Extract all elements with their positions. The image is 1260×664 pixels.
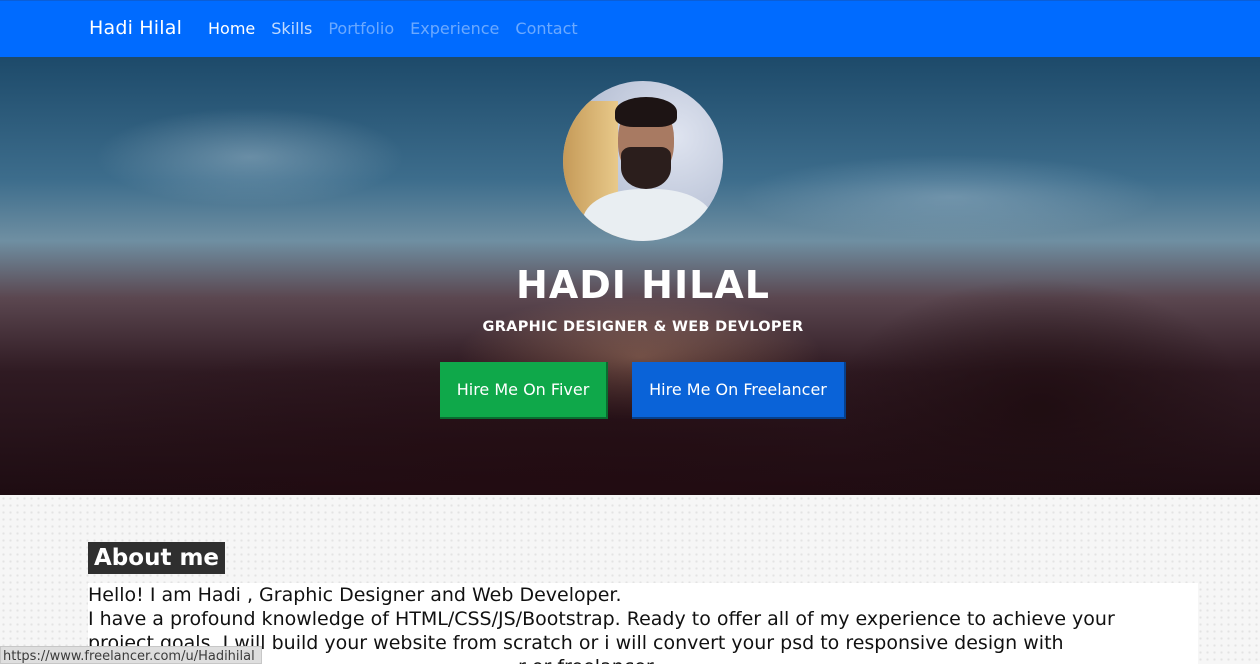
hero-section: HADI HILAL GRAPHIC DESIGNER & WEB DEVLOP… <box>0 57 1260 495</box>
avatar-beard <box>621 147 671 189</box>
avatar-hair <box>615 97 677 127</box>
nav-links: Home Skills Portfolio Experience Contact <box>208 19 594 38</box>
nav-link-home[interactable]: Home <box>208 19 255 38</box>
hero-subtitle: GRAPHIC DESIGNER & WEB DEVLOPER <box>482 319 804 335</box>
navbar: Hadi Hilal Home Skills Portfolio Experie… <box>0 0 1260 57</box>
hire-fiverr-button[interactable]: Hire Me On Fiver <box>440 362 608 419</box>
profile-avatar <box>563 81 723 241</box>
nav-link-portfolio[interactable]: Portfolio <box>328 19 394 38</box>
hero-title: HADI HILAL <box>516 263 770 307</box>
hero-background-ridge <box>780 207 1260 495</box>
hire-freelancer-button[interactable]: Hire Me On Freelancer <box>632 362 846 419</box>
about-line: I have a profound knowledge of HTML/CSS/… <box>88 608 1115 630</box>
avatar-shirt <box>583 189 713 241</box>
about-section: About me Hello! I am Hadi , Graphic Desi… <box>0 495 1260 664</box>
nav-link-contact[interactable]: Contact <box>515 19 577 38</box>
brand-link[interactable]: Hadi Hilal <box>89 17 182 39</box>
nav-link-skills[interactable]: Skills <box>271 19 312 38</box>
status-bar-url: https://www.freelancer.com/u/Hadihilal <box>0 646 262 664</box>
nav-link-experience[interactable]: Experience <box>410 19 499 38</box>
about-line: Hello! I am Hadi , Graphic Designer and … <box>88 584 622 606</box>
about-heading: About me <box>88 542 226 574</box>
